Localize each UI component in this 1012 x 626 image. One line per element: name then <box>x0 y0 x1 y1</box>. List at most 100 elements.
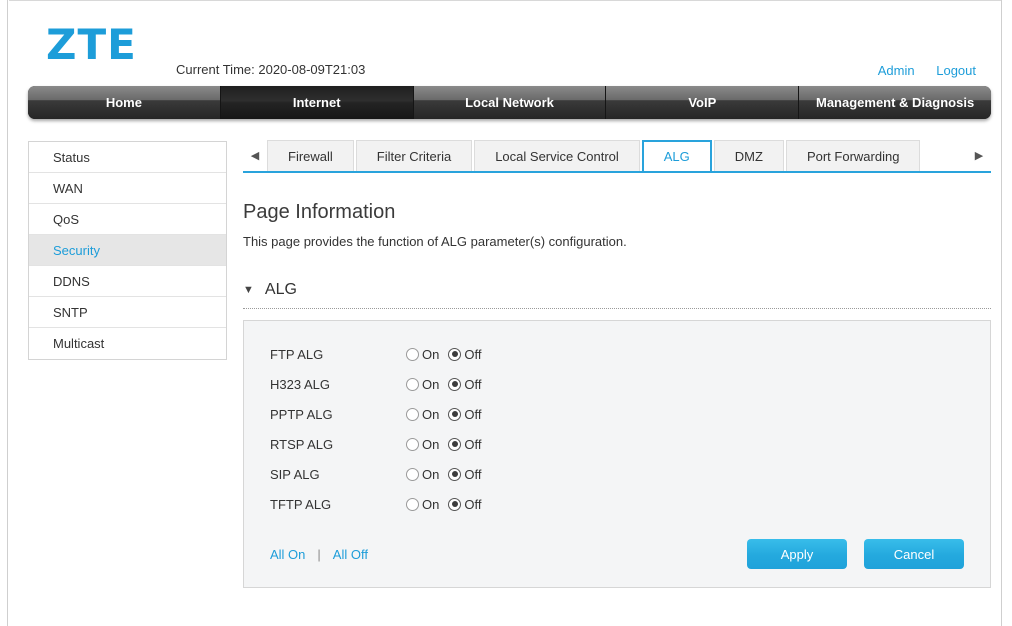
radio-label: On <box>422 406 440 422</box>
sidebar-item-wan[interactable]: WAN <box>29 173 226 204</box>
radio-group-pptp-alg: On Off <box>406 407 481 422</box>
page-title: Page Information <box>243 201 396 223</box>
sidebar-item-security[interactable]: Security <box>29 235 226 266</box>
page-gutter-left <box>0 0 8 626</box>
alg-row-pptp-alg: PPTP ALG On Off <box>270 399 964 429</box>
alg-section-title: ALG <box>264 281 297 298</box>
tab-strip: ◀ Firewall Filter Criteria Local Service C… <box>243 139 991 173</box>
radio-label: On <box>422 376 440 392</box>
radio-icon[interactable] <box>448 347 462 361</box>
nav-item-label: Home <box>105 95 142 110</box>
alg-row-ftp-alg: FTP ALG On Off <box>270 339 964 369</box>
radio-ftp-alg-on[interactable]: On <box>406 347 439 362</box>
apply-button[interactable]: Apply <box>747 539 847 569</box>
radio-icon[interactable] <box>406 467 419 481</box>
panel-footer: All On | All Off Apply Cancel <box>270 539 964 569</box>
sidebar-item-label: QoS <box>53 211 80 227</box>
radio-tftp-alg-off[interactable]: Off <box>448 497 481 512</box>
radio-label: On <box>422 466 440 482</box>
radio-icon[interactable] <box>448 497 462 511</box>
nav-item-management-diagnosis[interactable]: Management & Diagnosis <box>799 86 991 119</box>
radio-icon[interactable] <box>406 437 419 451</box>
radio-ftp-alg-off[interactable]: Off <box>448 347 481 362</box>
header-links: Admin Logout <box>860 63 976 78</box>
radio-sip-alg-off[interactable]: Off <box>448 467 481 482</box>
radio-rtsp-alg-off[interactable]: Off <box>448 437 481 452</box>
tab-port-forwarding[interactable]: Port Forwarding <box>785 140 921 171</box>
tab-local-service-control[interactable]: Local Service Control <box>474 140 640 171</box>
radio-label: Off <box>464 376 482 392</box>
radio-label: Off <box>464 496 482 512</box>
tab-list: Firewall Filter Criteria Local Service Con… <box>267 139 967 171</box>
radio-label: Off <box>464 466 482 482</box>
radio-h323-alg-off[interactable]: Off <box>448 377 481 392</box>
nav-item-home[interactable]: Home <box>28 86 221 119</box>
sidebar-item-ddns[interactable]: DDNS <box>29 266 226 297</box>
alg-section-header[interactable]: ▼ ALG <box>243 281 991 299</box>
radio-rtsp-alg-on[interactable]: On <box>406 437 439 452</box>
tab-scroll-right-icon[interactable]: ▶ <box>967 139 991 171</box>
tab-filter-criteria[interactable]: Filter Criteria <box>355 140 473 171</box>
sidebar-item-status[interactable]: Status <box>29 142 226 173</box>
zte-logo: ZTE <box>46 20 137 69</box>
radio-tftp-alg-on[interactable]: On <box>406 497 439 512</box>
tab-firewall[interactable]: Firewall <box>267 140 354 171</box>
radio-pptp-alg-off[interactable]: Off <box>448 407 481 422</box>
bulk-toggle-links: All On | All Off <box>270 547 368 562</box>
radio-label: Off <box>464 346 482 362</box>
tab-alg[interactable]: ALG <box>641 140 712 171</box>
bulk-separator: | <box>317 546 321 562</box>
tab-scroll-left-icon[interactable]: ◀ <box>243 139 267 171</box>
radio-icon[interactable] <box>406 497 419 511</box>
sidebar-item-multicast[interactable]: Multicast <box>29 328 226 359</box>
alg-label-pptp-alg: PPTP ALG <box>270 406 333 422</box>
alg-rows: FTP ALG On Off H323 ALG On Off PPTP ALG On Off RT… <box>270 339 964 519</box>
chevron-down-icon: ▼ <box>243 283 254 296</box>
page-gutter-right <box>1001 0 1012 626</box>
nav-item-local-network[interactable]: Local Network <box>413 86 607 119</box>
radio-sip-alg-on[interactable]: On <box>406 467 439 482</box>
nav-item-internet[interactable]: Internet <box>220 86 414 119</box>
all-off-link[interactable]: All Off <box>333 547 368 562</box>
tab-dmz[interactable]: DMZ <box>713 140 784 171</box>
tab-label: Local Service Control <box>495 148 619 164</box>
admin-link[interactable]: Admin <box>878 63 915 78</box>
radio-icon[interactable] <box>448 437 462 451</box>
sidebar-item-label: DDNS <box>53 273 90 289</box>
nav-item-label: Internet <box>292 95 341 110</box>
alg-label-sip-alg: SIP ALG <box>270 466 320 482</box>
tab-label: DMZ <box>734 148 763 164</box>
nav-item-label: VoIP <box>688 95 717 110</box>
content-area: ◀ Firewall Filter Criteria Local Service C… <box>243 139 991 588</box>
radio-label: Off <box>464 406 482 422</box>
radio-icon[interactable] <box>406 407 419 421</box>
tab-label: Firewall <box>288 148 333 164</box>
sidebar-item-sntp[interactable]: SNTP <box>29 297 226 328</box>
radio-h323-alg-on[interactable]: On <box>406 377 439 392</box>
radio-group-ftp-alg: On Off <box>406 347 481 362</box>
radio-icon[interactable] <box>448 377 462 391</box>
radio-icon[interactable] <box>448 467 462 481</box>
radio-icon[interactable] <box>406 347 419 361</box>
tab-label: Port Forwarding <box>806 148 900 164</box>
sidebar-item-label: WAN <box>53 180 83 196</box>
page-header: ZTE Current Time: 2020-08-09T21:03 Admin… <box>9 1 1000 85</box>
cancel-button[interactable]: Cancel <box>864 539 964 569</box>
sidebar-item-qos[interactable]: QoS <box>29 204 226 235</box>
logout-link[interactable]: Logout <box>936 63 976 78</box>
sidebar-item-label: SNTP <box>53 304 88 320</box>
radio-label: On <box>422 346 440 362</box>
alg-row-sip-alg: SIP ALG On Off <box>270 459 964 489</box>
radio-icon[interactable] <box>448 407 462 421</box>
alg-settings-panel: FTP ALG On Off H323 ALG On Off PPTP ALG On Off RT… <box>243 320 991 588</box>
radio-icon[interactable] <box>406 377 419 391</box>
radio-group-rtsp-alg: On Off <box>406 437 481 452</box>
radio-pptp-alg-on[interactable]: On <box>406 407 439 422</box>
action-buttons: Apply Cancel <box>747 539 964 569</box>
sidebar-menu: Status WAN QoS Security DDNS SNTP Multicast <box>28 141 227 360</box>
all-on-link[interactable]: All On <box>270 547 305 562</box>
nav-item-voip[interactable]: VoIP <box>606 86 800 119</box>
radio-label: Off <box>464 436 482 452</box>
tab-label: ALG <box>663 149 690 164</box>
alg-label-ftp-alg: FTP ALG <box>270 346 324 362</box>
